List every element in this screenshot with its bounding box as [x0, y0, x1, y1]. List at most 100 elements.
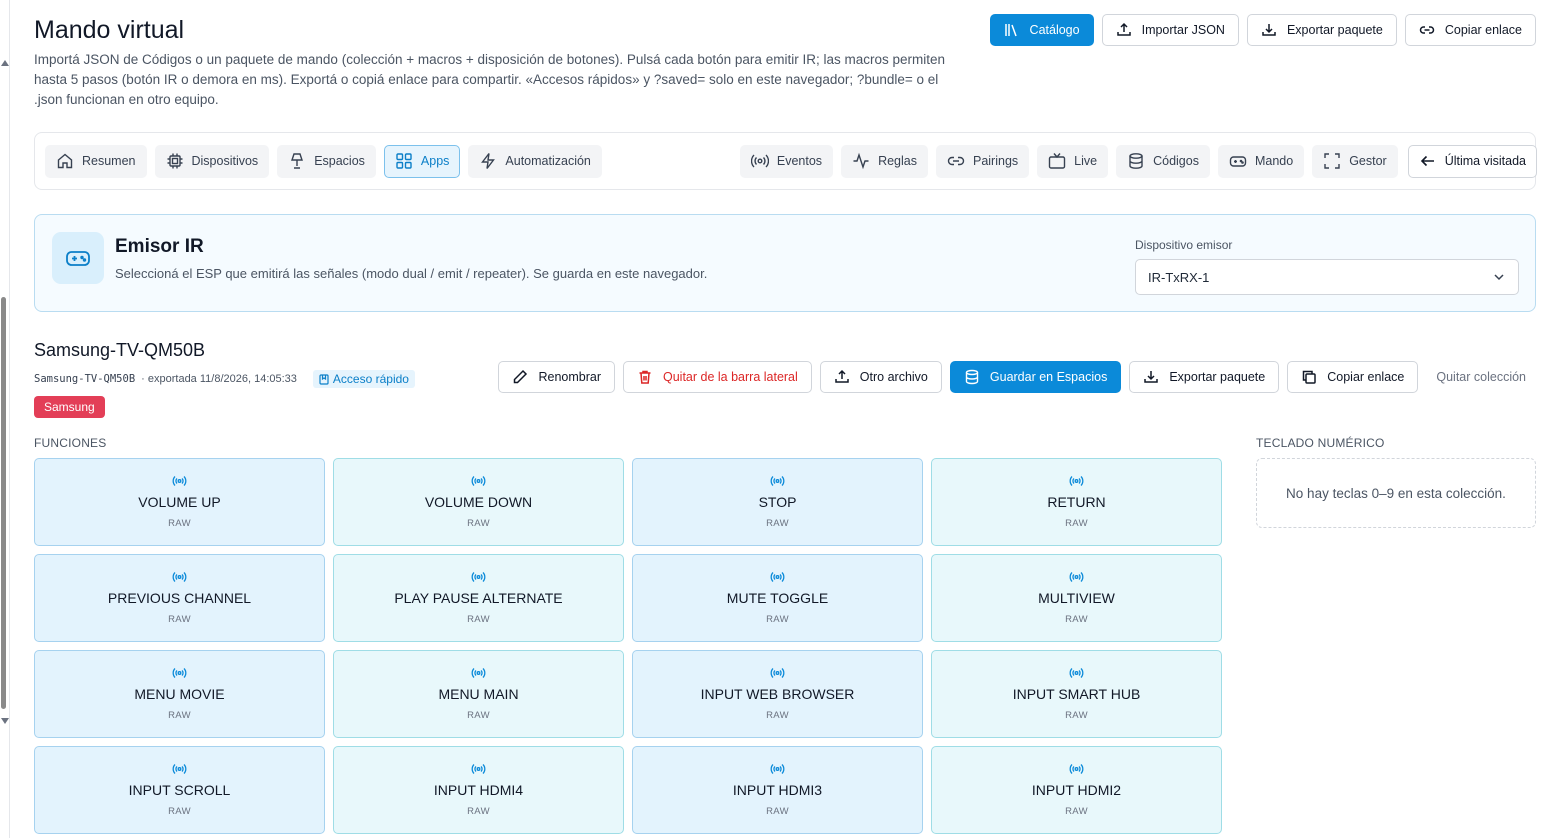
ir-signal-icon: [471, 476, 486, 486]
ir-key-name: MENU MAIN: [438, 686, 519, 702]
left-scrollbar[interactable]: [0, 0, 10, 838]
export-package-button[interactable]: Exportar paquete: [1246, 14, 1397, 46]
ir-key-button[interactable]: INPUT HDMI4 RAW: [333, 746, 624, 834]
ir-key-type: RAW: [1065, 710, 1088, 721]
nav-label: Códigos: [1153, 154, 1199, 168]
ir-key-button[interactable]: INPUT HDMI2 RAW: [931, 746, 1222, 834]
ir-key-type: RAW: [467, 518, 490, 529]
ir-key-name: MULTIVIEW: [1038, 590, 1115, 606]
ir-key-type: RAW: [168, 518, 191, 529]
collection-copy-link-button[interactable]: Copiar enlace: [1287, 361, 1419, 393]
nav-item-espacios[interactable]: Espacios: [277, 144, 376, 178]
collection-title: Samsung-TV-QM50B: [34, 340, 206, 360]
download-icon: [1144, 371, 1159, 383]
nav-item-automatizacion[interactable]: Automatización: [468, 144, 602, 178]
other-file-label: Otro archivo: [859, 370, 928, 384]
ir-key-name: INPUT HDMI2: [1031, 782, 1122, 798]
nav-item-codigos[interactable]: Códigos: [1116, 144, 1210, 178]
section-nav: Resumen Dispositivos Espacios Apps Autom…: [34, 132, 1537, 190]
import-json-button[interactable]: Importar JSON: [1101, 14, 1239, 46]
copy-link-button[interactable]: Copiar enlace: [1404, 14, 1536, 46]
scrollbar-thumb[interactable]: [1, 297, 6, 709]
quick-access-badge[interactable]: Acceso rápido: [312, 370, 415, 388]
ir-key-button[interactable]: VOLUME UP RAW: [34, 458, 325, 546]
ir-signal-icon: [770, 572, 785, 582]
scroll-up-arrow-icon[interactable]: [1, 60, 9, 66]
pencil-icon: [514, 369, 528, 384]
top-actions: Catálogo Importar JSON Exportar paquete …: [989, 14, 1536, 46]
home-icon: [57, 153, 73, 169]
ir-key-button[interactable]: PREVIOUS CHANNEL RAW: [34, 554, 325, 642]
collection-actions: Renombrar Quitar de la barra lateral Otr…: [498, 361, 1536, 393]
ir-key-button[interactable]: INPUT WEB BROWSER RAW: [632, 650, 923, 738]
nav-label: Resumen: [82, 154, 136, 168]
ir-signal-icon: [471, 668, 486, 678]
last-visited-label: Última visitada: [1444, 154, 1526, 168]
ir-signal-icon: [172, 476, 187, 486]
activity-icon: [853, 152, 869, 170]
scroll-down-arrow-icon[interactable]: [1, 718, 9, 724]
other-file-button[interactable]: Otro archivo: [819, 361, 942, 393]
last-visited-button[interactable]: Última visitada: [1407, 144, 1537, 178]
nav-item-apps[interactable]: Apps: [383, 144, 461, 178]
nav-label: Gestor: [1349, 154, 1387, 168]
rename-button[interactable]: Renombrar: [498, 361, 615, 393]
ir-key-type: RAW: [467, 806, 490, 817]
ir-key-name: PREVIOUS CHANNEL: [107, 590, 252, 606]
ir-key-button[interactable]: MULTIVIEW RAW: [931, 554, 1222, 642]
tv-icon: [1048, 153, 1066, 169]
trash-icon: [639, 370, 651, 384]
page-description: Importá JSON de Códigos o un paquete de …: [34, 52, 945, 107]
catalog-button[interactable]: Catálogo: [989, 14, 1094, 46]
nav-item-live[interactable]: Live: [1037, 144, 1109, 178]
collection-export-package-button[interactable]: Exportar paquete: [1129, 361, 1280, 393]
ir-key-type: RAW: [168, 806, 191, 817]
ir-signal-icon: [1069, 572, 1084, 582]
ir-signal-icon: [1069, 764, 1084, 774]
nav-label: Pairings: [972, 154, 1019, 168]
ir-key-button[interactable]: MUTE TOGGLE RAW: [632, 554, 923, 642]
nav-item-dispositivos[interactable]: Dispositivos: [154, 144, 270, 178]
ir-key-button[interactable]: RETURN RAW: [931, 458, 1222, 546]
chevron-down-icon: [1494, 274, 1504, 281]
remove-collection-button[interactable]: Quitar colección: [1426, 361, 1536, 393]
save-to-spaces-button[interactable]: Guardar en Espacios: [949, 361, 1122, 393]
nav-item-eventos[interactable]: Eventos: [739, 144, 834, 178]
ir-signal-icon: [770, 668, 785, 678]
nav-item-pairings[interactable]: Pairings: [935, 144, 1030, 178]
functions-grid: VOLUME UP RAW VOLUME DOWN RAW STOP RAW RETURN R…: [34, 458, 1224, 834]
remove-from-sidebar-button[interactable]: Quitar de la barra lateral: [623, 361, 812, 393]
ir-key-button[interactable]: PLAY PAUSE ALTERNATE RAW: [333, 554, 624, 642]
ir-key-type: RAW: [766, 710, 789, 721]
ir-key-button[interactable]: MENU MAIN RAW: [333, 650, 624, 738]
chip-icon: [167, 153, 182, 169]
nav-item-reglas[interactable]: Reglas: [841, 144, 928, 178]
ir-key-button[interactable]: INPUT SMART HUB RAW: [931, 650, 1222, 738]
ir-key-button[interactable]: INPUT SCROLL RAW: [34, 746, 325, 834]
remove-from-sidebar-label: Quitar de la barra lateral: [663, 370, 798, 384]
collection-exported: · exportada 11/8/2026, 14:05:33: [141, 373, 297, 385]
ir-key-name: RETURN: [1047, 494, 1106, 510]
collection-export-package-label: Exportar paquete: [1169, 370, 1266, 384]
nav-label: Dispositivos: [191, 154, 259, 168]
ir-signal-icon: [172, 764, 187, 774]
ir-key-button[interactable]: STOP RAW: [632, 458, 923, 546]
ir-key-name: INPUT SCROLL: [128, 782, 231, 798]
ir-key-button[interactable]: MENU MOVIE RAW: [34, 650, 325, 738]
lamp-icon: [291, 153, 304, 169]
collection-id: Samsung-TV-QM50B: [34, 373, 136, 385]
ir-key-button[interactable]: INPUT HDMI3 RAW: [632, 746, 923, 834]
ir-key-button[interactable]: VOLUME DOWN RAW: [333, 458, 624, 546]
nav-item-resumen[interactable]: Resumen: [45, 144, 147, 178]
ir-key-name: STOP: [758, 494, 797, 510]
nav-item-gestor[interactable]: Gestor: [1312, 144, 1398, 178]
nav-item-mando[interactable]: Mando: [1217, 144, 1305, 178]
numpad-label: TECLADO NUMÉRICO: [1256, 436, 1385, 450]
export-package-button-label: Exportar paquete: [1286, 23, 1383, 37]
ir-key-name: INPUT WEB BROWSER: [700, 686, 855, 702]
emitter-subtitle: Seleccioná el ESP que emitirá las señale…: [115, 266, 708, 281]
numpad-empty-state: No hay teclas 0–9 en esta colección.: [1256, 458, 1536, 528]
nav-label: Automatización: [505, 154, 591, 168]
emitter-device-select[interactable]: IR-TxRX-1: [1135, 259, 1519, 295]
ir-key-name: INPUT SMART HUB: [1012, 686, 1141, 702]
